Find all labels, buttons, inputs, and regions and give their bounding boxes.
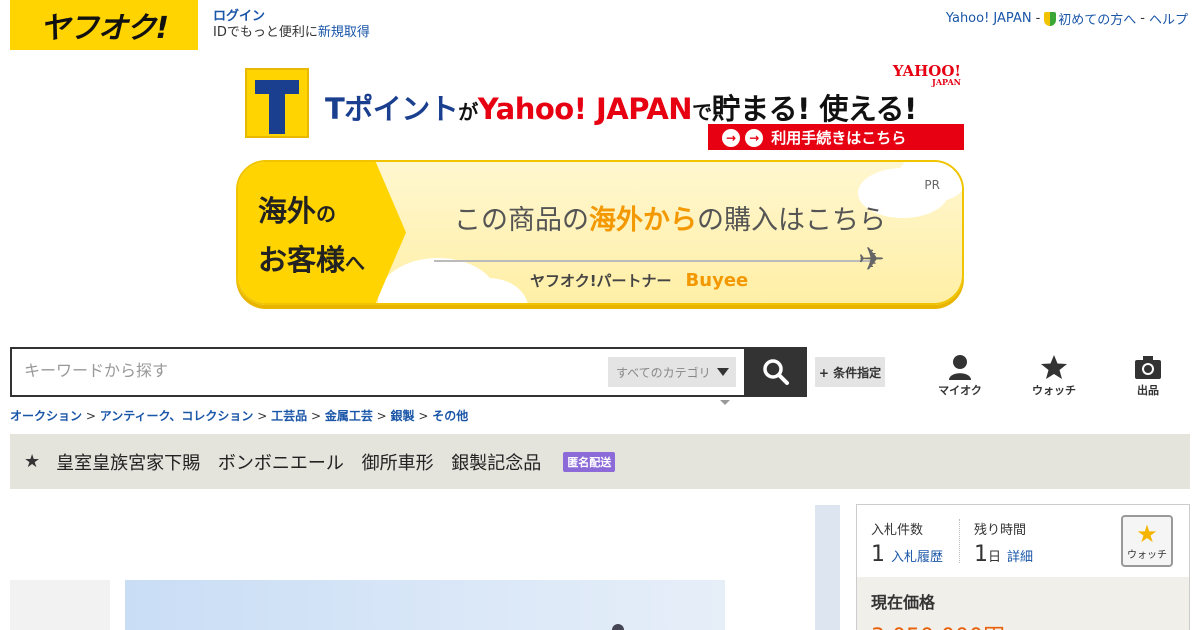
breadcrumb-item[interactable]: 銀製 bbox=[391, 409, 415, 423]
tpoint-de: で bbox=[692, 100, 712, 124]
buyee-headline: この商品の海外からの購入はこちら bbox=[454, 198, 886, 237]
arrow-glyph-2: → bbox=[745, 128, 764, 147]
beginner-mark-icon bbox=[1044, 12, 1057, 26]
breadcrumb-item[interactable]: オークション bbox=[10, 409, 82, 423]
thumbnail-strip[interactable] bbox=[815, 505, 840, 630]
nav-separator: - bbox=[1140, 11, 1145, 26]
current-price-label: 現在価格 bbox=[871, 593, 936, 612]
bid-count-section: 入札件数 1 入札履歴 bbox=[871, 519, 943, 567]
myauction-button[interactable]: マイオク bbox=[930, 352, 990, 400]
image-object-detail bbox=[612, 624, 624, 630]
myauction-label: マイオク bbox=[938, 384, 982, 397]
customer-he: へ bbox=[345, 251, 366, 275]
arrow-circle-icon: → → bbox=[722, 128, 764, 147]
yahoo-japan-link[interactable]: Yahoo! JAPAN bbox=[946, 11, 1032, 26]
beginner-link[interactable]: 初めての方へ bbox=[1044, 9, 1136, 28]
breadcrumb-separator: > bbox=[307, 409, 325, 423]
breadcrumb-item[interactable]: 工芸品 bbox=[271, 409, 307, 423]
category-select[interactable]: すべてのカテゴリ bbox=[608, 357, 736, 387]
flight-path-line bbox=[434, 260, 874, 262]
customer-text: お客様 bbox=[258, 243, 346, 277]
overseas-customer-text: 海外の お客様へ bbox=[258, 188, 365, 286]
id-promo-text: IDでもっと便利に bbox=[213, 25, 318, 40]
help-link[interactable]: ヘルプ bbox=[1149, 9, 1188, 28]
search-input[interactable] bbox=[12, 349, 602, 395]
anonymous-shipping-badge: 匿名配送 bbox=[563, 451, 616, 472]
beginner-label: 初めての方へ bbox=[1058, 13, 1137, 28]
current-price-value: 3,050,000円 bbox=[871, 619, 1175, 630]
person-icon bbox=[948, 352, 972, 380]
arrow-glyph-1: → bbox=[722, 128, 740, 147]
tpoint-procedure-button[interactable]: → → 利用手続きはこちら bbox=[708, 124, 964, 150]
time-left-unit: 日 bbox=[988, 550, 1002, 565]
logo-text: ヤフオク! bbox=[39, 11, 169, 46]
procedure-label: 利用手続きはこちら bbox=[771, 128, 907, 147]
watch-button-label: ウォッチ bbox=[1127, 549, 1167, 561]
tpoint-logo-icon bbox=[245, 68, 309, 138]
breadcrumb-item[interactable]: 金属工芸 bbox=[325, 409, 373, 423]
breadcrumb: オークション > アンティーク、コレクション > 工芸品 > 金属工芸 > 銀製… bbox=[10, 407, 468, 424]
item-title-bar: ★ 皇室皇族宮家下賜 ボンボニエール 御所車形 銀製記念品 匿名配送 bbox=[10, 434, 1190, 489]
overseas-no: の bbox=[316, 202, 337, 226]
condition-button[interactable]: + 条件指定 bbox=[815, 357, 885, 387]
buyee-banner[interactable]: 海外の お客様へ この商品の海外からの購入はこちら PR ✈ ヤフオク!パートナ… bbox=[236, 160, 964, 305]
search-icon bbox=[763, 359, 789, 385]
login-link[interactable]: ログイン bbox=[213, 9, 370, 25]
thumbnail-image[interactable] bbox=[10, 580, 110, 630]
breadcrumb-separator: > bbox=[372, 409, 391, 423]
auction-info-panel: 入札件数 1入札履歴 残り時間 1日詳細 ★ ウォッチ 現在価格 3,050,0… bbox=[856, 504, 1190, 630]
yahoo-japan-logo: YAHOO! JAPAN bbox=[893, 62, 961, 87]
overseas-text: 海外 bbox=[258, 194, 317, 228]
time-left-label: 残り時間 bbox=[974, 523, 1027, 538]
sell-label: 出品 bbox=[1137, 384, 1159, 397]
watch-list-button[interactable]: ウォッチ bbox=[1024, 352, 1084, 400]
search-options-toggle-icon[interactable] bbox=[720, 400, 730, 405]
breadcrumb-item[interactable]: アンティーク、コレクション bbox=[100, 409, 254, 423]
headline-highlight: 海外から bbox=[589, 205, 697, 236]
yahuoku-logo[interactable]: ヤフオク! bbox=[10, 0, 198, 50]
tpoint-slogan: 貯まる! 使える! bbox=[711, 92, 918, 126]
nav-separator: - bbox=[1035, 11, 1041, 26]
star-icon bbox=[1040, 352, 1068, 380]
tpoint-banner[interactable]: TポイントがYahoo! JAPANで貯まる! 使える! YAHOO! JAPA… bbox=[245, 62, 965, 152]
headline-post: の購入はこちら bbox=[697, 205, 886, 236]
buyee-partner-line: ヤフオク!パートナー Buyee bbox=[530, 270, 748, 291]
time-detail-link[interactable]: 詳細 bbox=[1007, 550, 1033, 565]
camera-icon bbox=[1134, 352, 1162, 380]
time-left-section: 残り時間 1日 詳細 bbox=[959, 519, 1033, 567]
star-icon: ★ bbox=[24, 451, 41, 472]
breadcrumb-separator: > bbox=[82, 409, 100, 423]
watch-label: ウォッチ bbox=[1032, 384, 1076, 397]
star-icon: ★ bbox=[1136, 519, 1158, 548]
search-button[interactable] bbox=[745, 347, 807, 397]
bid-count-value: 1 bbox=[871, 542, 885, 567]
headline-pre: この商品の bbox=[454, 205, 589, 236]
airplane-icon: ✈ bbox=[858, 240, 885, 278]
chevron-down-icon bbox=[716, 368, 729, 376]
watch-button[interactable]: ★ ウォッチ bbox=[1121, 515, 1173, 567]
bid-count-label: 入札件数 bbox=[871, 523, 924, 538]
top-nav: Yahoo! JAPAN - 初めての方へ - ヘルプ bbox=[946, 9, 1188, 28]
item-title: 皇室皇族宮家下賜 ボンボニエール 御所車形 銀製記念品 bbox=[56, 452, 542, 474]
breadcrumb-separator: > bbox=[414, 409, 433, 423]
tpoint-headline: TポイントがYahoo! JAPANで貯まる! 使える! bbox=[325, 86, 917, 128]
bid-history-link[interactable]: 入札履歴 bbox=[891, 550, 943, 565]
category-label: すべてのカテゴリ bbox=[616, 365, 711, 380]
partner-label: ヤフオク!パートナー bbox=[530, 272, 672, 290]
pr-label: PR bbox=[924, 178, 940, 192]
main-item-image[interactable] bbox=[125, 580, 725, 630]
search-box: すべてのカテゴリ bbox=[10, 347, 746, 397]
tpoint-ga: が bbox=[458, 100, 478, 124]
current-price-section: 現在価格 3,050,000円 bbox=[857, 577, 1189, 630]
breadcrumb-separator: > bbox=[253, 409, 272, 423]
sell-button[interactable]: 出品 bbox=[1118, 352, 1178, 400]
time-left-value: 1 bbox=[974, 542, 988, 567]
tpoint-yahoo: Yahoo! JAPAN bbox=[477, 92, 693, 126]
register-link[interactable]: 新規取得 bbox=[318, 25, 370, 40]
login-box: ログイン IDでもっと便利に新規取得 bbox=[213, 9, 370, 41]
breadcrumb-item[interactable]: その他 bbox=[432, 409, 468, 423]
buyee-logo: Buyee bbox=[685, 270, 749, 291]
tpoint-text: Tポイント bbox=[325, 92, 459, 126]
